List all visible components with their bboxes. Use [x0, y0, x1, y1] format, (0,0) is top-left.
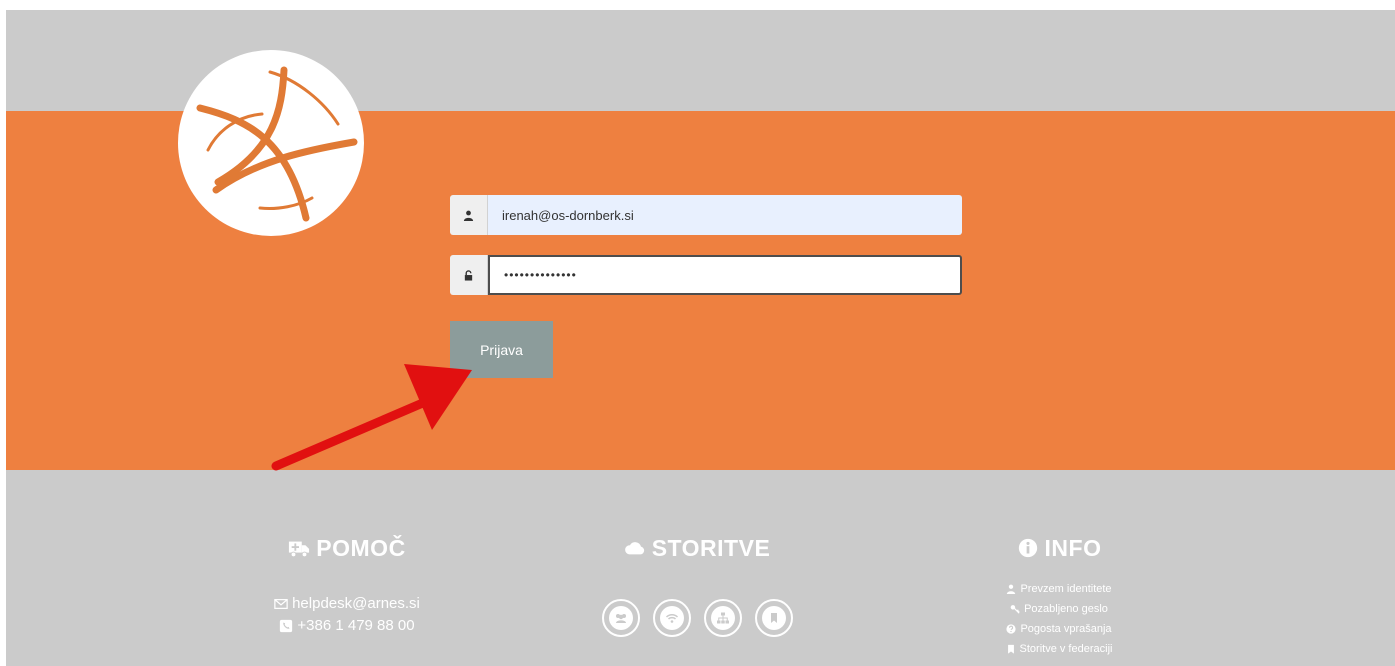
help-phone: +386 1 479 88 00: [297, 617, 415, 634]
service-icons: [599, 599, 795, 637]
sitemap-icon[interactable]: [703, 599, 742, 637]
prijava-button[interactable]: Prijava: [450, 321, 553, 378]
users-icon[interactable]: [601, 599, 640, 637]
password-field: [450, 255, 962, 295]
lock-icon: [450, 255, 488, 295]
bookmark-icon[interactable]: [754, 599, 793, 637]
key-icon: [1010, 605, 1020, 614]
arnes-logo: [178, 50, 364, 236]
footer-services: STORITVE: [599, 533, 795, 637]
info-links: Prevzem identitete Pozabljeno geslo Pogo…: [961, 579, 1157, 659]
help-email[interactable]: helpdesk@arnes.si: [292, 593, 420, 615]
services-heading: STORITVE: [599, 533, 795, 563]
info-link-forgotten-password[interactable]: Pozabljeno geslo: [961, 599, 1157, 619]
info-heading: INFO: [961, 533, 1157, 563]
footer-info: INFO Prevzem identitete Pozabljeno geslo…: [961, 533, 1157, 659]
footer-help: POMOČ helpdesk@arnes.si +386 1 479 88 00: [236, 533, 458, 637]
user-icon: [1007, 584, 1016, 594]
envelope-icon: [274, 599, 288, 609]
help-title: POMOČ: [316, 534, 406, 561]
info-link-identity[interactable]: Prevzem identitete: [961, 579, 1157, 599]
services-title: STORITVE: [651, 534, 771, 561]
help-email-row[interactable]: helpdesk@arnes.si: [236, 593, 458, 615]
help-heading: POMOČ: [236, 533, 458, 563]
user-icon: [450, 195, 488, 235]
info-title: INFO: [1044, 534, 1102, 561]
question-icon: [1006, 624, 1017, 634]
cloud-icon: [624, 542, 644, 555]
help-contact: helpdesk@arnes.si +386 1 479 88 00: [236, 593, 458, 637]
info-icon: [1018, 538, 1037, 558]
ambulance-icon: [289, 541, 310, 558]
password-input[interactable]: [488, 255, 962, 295]
page-background: Prijava POMOČ helpdesk@arnes.si: [6, 10, 1395, 666]
info-link-faq[interactable]: Pogosta vprašanja: [961, 619, 1157, 639]
logo-swirl-icon: [196, 66, 358, 222]
bookmark-icon: [1007, 644, 1014, 654]
help-phone-row: +386 1 479 88 00: [236, 615, 458, 637]
phone-icon: [280, 619, 293, 633]
username-input[interactable]: [488, 195, 962, 235]
username-field: [450, 195, 962, 235]
wifi-icon[interactable]: [652, 599, 691, 637]
info-link-federation-services[interactable]: Storitve v federaciji: [961, 639, 1157, 659]
